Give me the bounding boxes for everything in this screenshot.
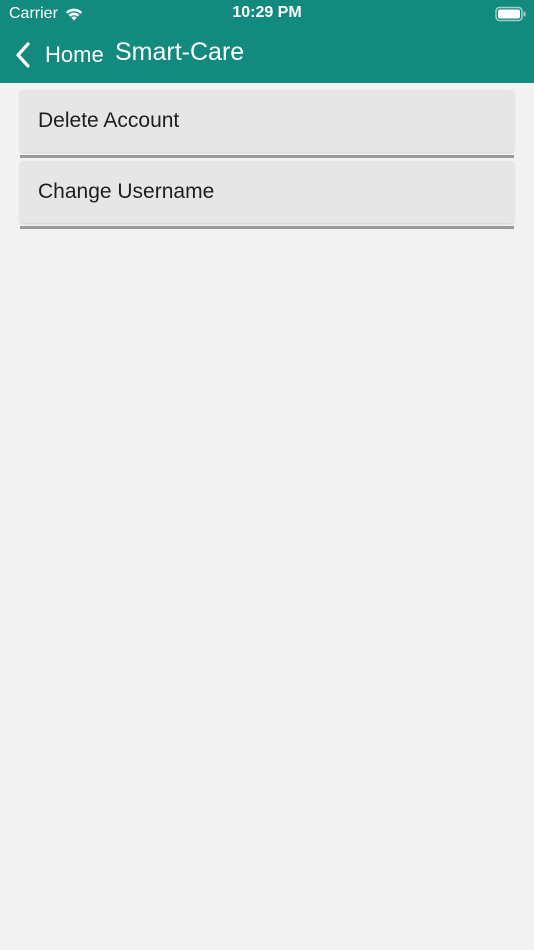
- change-username-label: Change Username: [38, 180, 215, 203]
- page-title: Smart-Care: [115, 38, 245, 66]
- battery-icon: [495, 6, 527, 22]
- settings-list: Delete Account Change Username: [20, 90, 514, 229]
- delete-account-label: Delete Account: [38, 109, 180, 132]
- change-username-button[interactable]: Change Username: [20, 161, 514, 223]
- status-time: 10:29 PM: [232, 4, 302, 21]
- delete-account-button[interactable]: Delete Account: [20, 90, 514, 152]
- chevron-left-icon: [14, 41, 32, 69]
- back-label: Home: [45, 42, 104, 67]
- navigation-bar: Home Smart-Care: [0, 28, 534, 83]
- status-bar: Carrier 10:29 PM: [0, 0, 534, 28]
- divider: [20, 226, 514, 229]
- back-button[interactable]: Home: [14, 38, 104, 72]
- app-header: Carrier 10:29 PM Home Smart-Care: [0, 0, 534, 83]
